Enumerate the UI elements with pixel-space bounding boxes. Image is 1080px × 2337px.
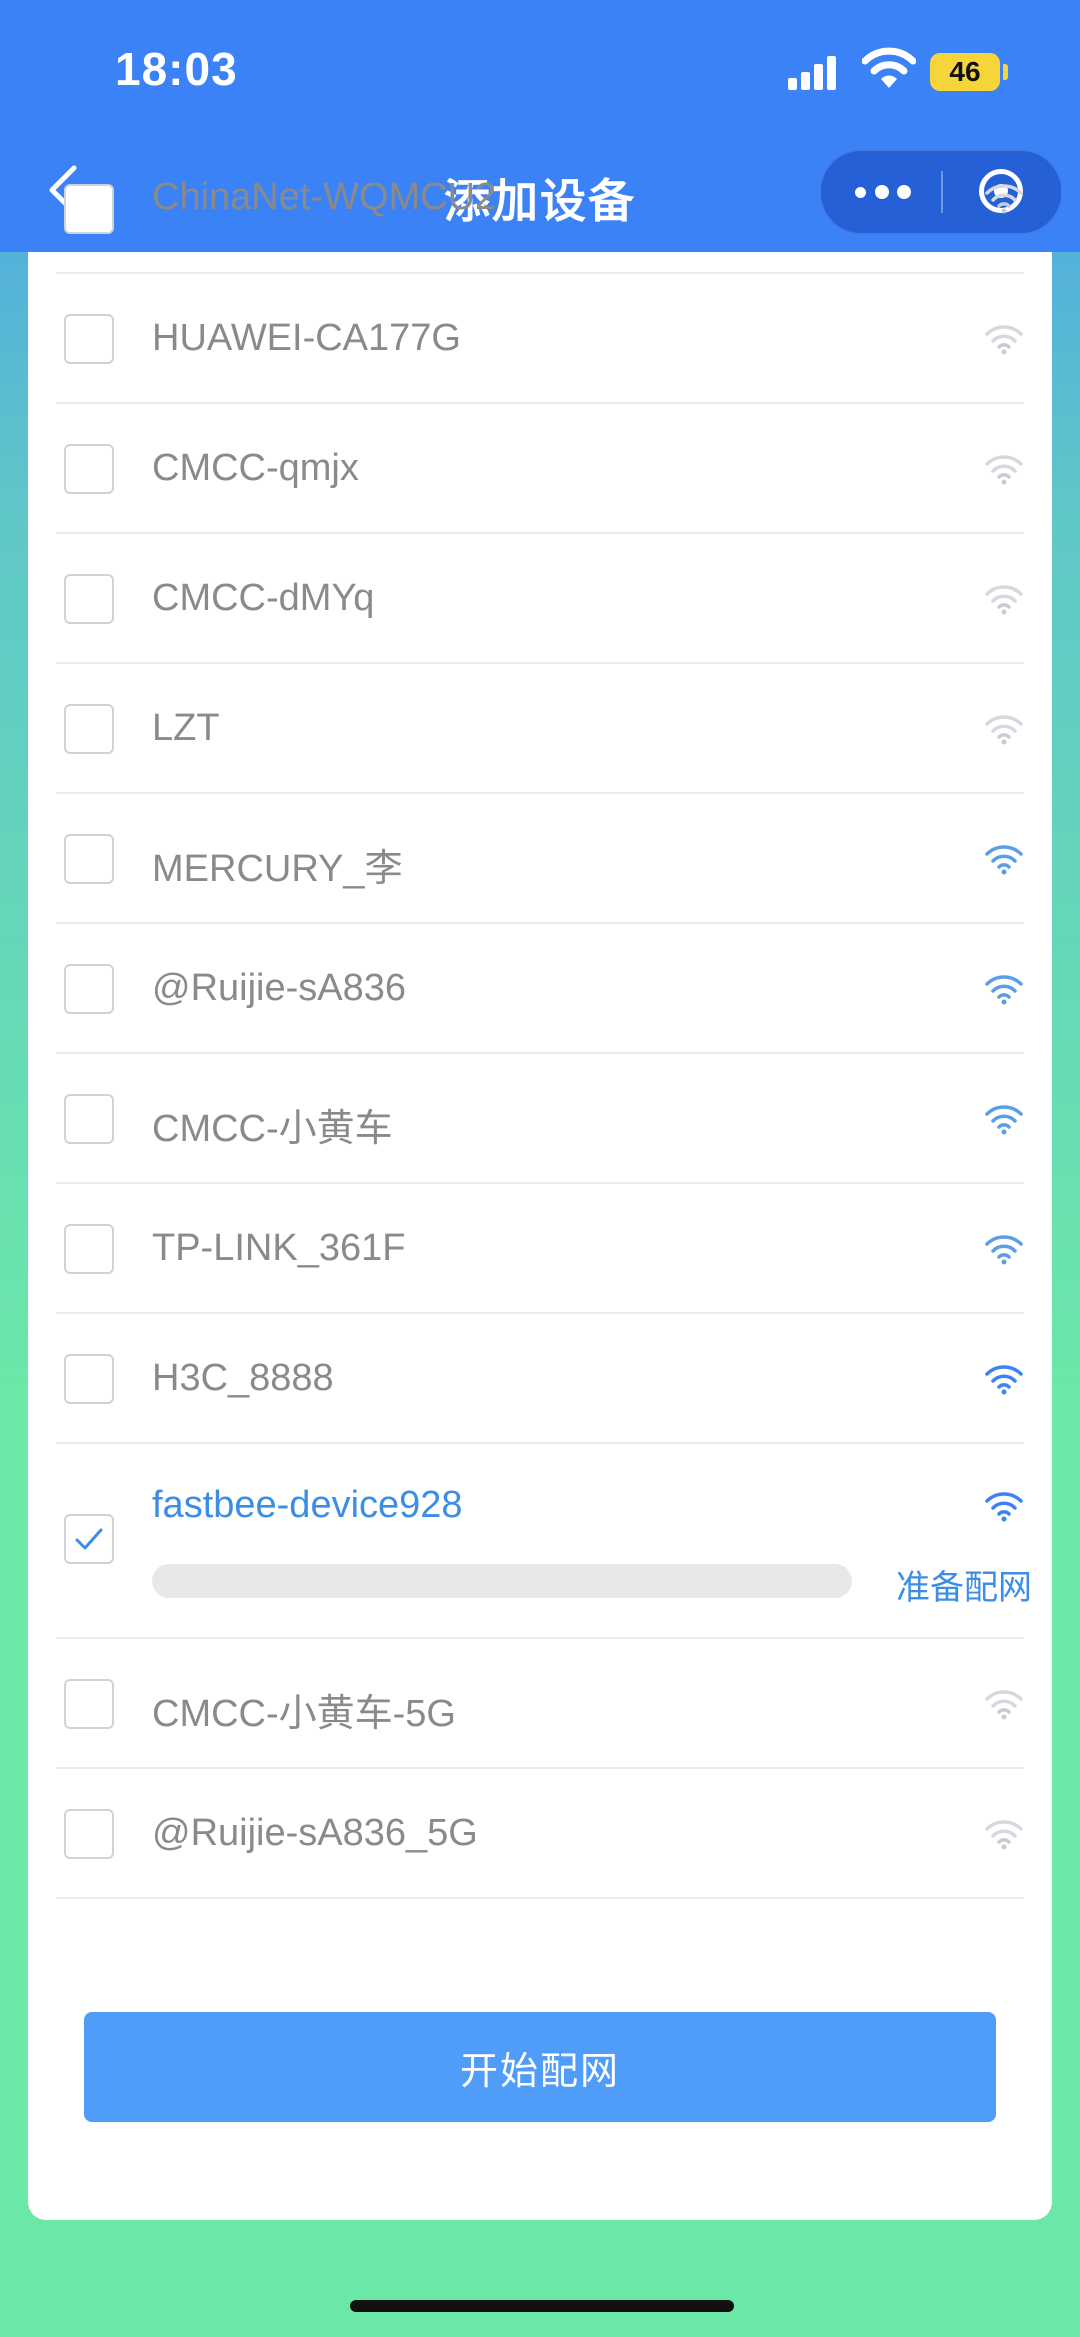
wifi-signal-icon <box>985 455 1023 485</box>
wifi-row[interactable]: TP-LINK_361F <box>56 1184 1024 1314</box>
wifi-signal-icon <box>985 184 1023 214</box>
start-config-button[interactable]: 开始配网 <box>84 2012 996 2122</box>
wifi-row[interactable]: CMCC-小黄车 <box>56 1054 1024 1184</box>
wifi-ssid: CMCC-小黄车 <box>152 1108 393 1150</box>
wifi-signal-icon <box>985 715 1023 745</box>
cellular-signal-icon <box>788 52 844 90</box>
wifi-ssid: ChinaNet-WQMCU2 <box>152 176 497 218</box>
config-status-text: 准备配网 <box>896 1569 1032 1607</box>
wifi-ssid: @Ruijie-sA836_5G <box>152 1812 478 1854</box>
wifi-checkbox[interactable] <box>64 834 114 884</box>
wifi-ssid: TP-LINK_361F <box>152 1227 406 1269</box>
wifi-ssid: @Ruijie-sA836 <box>152 967 407 1009</box>
wifi-signal-icon <box>985 325 1023 355</box>
status-bar: 18:03 46 <box>0 0 1080 130</box>
status-time: 18:03 <box>115 43 238 95</box>
wifi-list-card: ChinaNet-WQMCU2 HUAWEI-CA177G CMCC-qmjx CMC… <box>28 176 1052 2220</box>
wifi-checkbox[interactable] <box>64 314 114 364</box>
check-icon <box>75 1528 103 1550</box>
wifi-ssid: MERCURY_李 <box>152 848 403 890</box>
wifi-checkbox[interactable] <box>64 1354 114 1404</box>
wifi-signal-icon <box>985 1235 1023 1265</box>
wifi-signal-icon <box>985 1492 1023 1522</box>
wifi-checkbox[interactable] <box>64 1809 114 1859</box>
wifi-row[interactable]: @Ruijie-sA836_5G <box>56 1769 1024 1899</box>
wifi-ssid: CMCC-qmjx <box>152 447 359 489</box>
battery-indicator: 46 <box>930 53 1000 91</box>
wifi-signal-icon <box>985 1820 1023 1850</box>
wifi-row[interactable]: CMCC-dMYq <box>56 534 1024 664</box>
wifi-ssid: LZT <box>152 707 220 749</box>
wifi-checkbox[interactable] <box>64 444 114 494</box>
config-progress-bar <box>152 1564 852 1598</box>
wifi-checkbox[interactable] <box>64 704 114 754</box>
wifi-checkbox[interactable] <box>64 1679 114 1729</box>
wifi-row[interactable]: fastbee-device928 准备配网 <box>56 1444 1032 1639</box>
battery-nub <box>1003 64 1008 80</box>
wifi-row[interactable]: H3C_8888 <box>56 1314 1024 1444</box>
wifi-checkbox[interactable] <box>64 964 114 1014</box>
wifi-row[interactable]: ChinaNet-WQMCU2 <box>56 176 1024 274</box>
wifi-checkbox[interactable] <box>64 1224 114 1274</box>
wifi-checkbox[interactable] <box>64 184 114 234</box>
wifi-row[interactable]: HUAWEI-CA177G <box>56 274 1024 404</box>
wifi-signal-icon <box>985 1105 1023 1135</box>
wifi-ssid: CMCC-dMYq <box>152 577 375 619</box>
wifi-row[interactable]: @Ruijie-sA836 <box>56 924 1024 1054</box>
wifi-checkbox[interactable] <box>64 574 114 624</box>
wifi-ssid: HUAWEI-CA177G <box>152 317 461 359</box>
wifi-ssid: fastbee-device928 <box>152 1484 463 1526</box>
wifi-signal-icon <box>985 585 1023 615</box>
wifi-ssid: H3C_8888 <box>152 1357 334 1399</box>
wifi-row[interactable]: MERCURY_李 <box>56 794 1024 924</box>
wifi-checkbox[interactable] <box>64 1094 114 1144</box>
wifi-ssid: CMCC-小黄车-5G <box>152 1693 456 1735</box>
wifi-signal-icon <box>985 1690 1023 1720</box>
wifi-icon <box>862 47 916 88</box>
wifi-row[interactable]: LZT <box>56 664 1024 794</box>
wifi-signal-icon <box>985 1365 1023 1395</box>
wifi-signal-icon <box>985 975 1023 1005</box>
wifi-row[interactable]: CMCC-qmjx <box>56 404 1024 534</box>
wifi-row[interactable]: CMCC-小黄车-5G <box>56 1639 1024 1769</box>
wifi-checkbox[interactable] <box>64 1514 114 1564</box>
home-indicator <box>350 2300 734 2312</box>
wifi-signal-icon <box>985 845 1023 875</box>
